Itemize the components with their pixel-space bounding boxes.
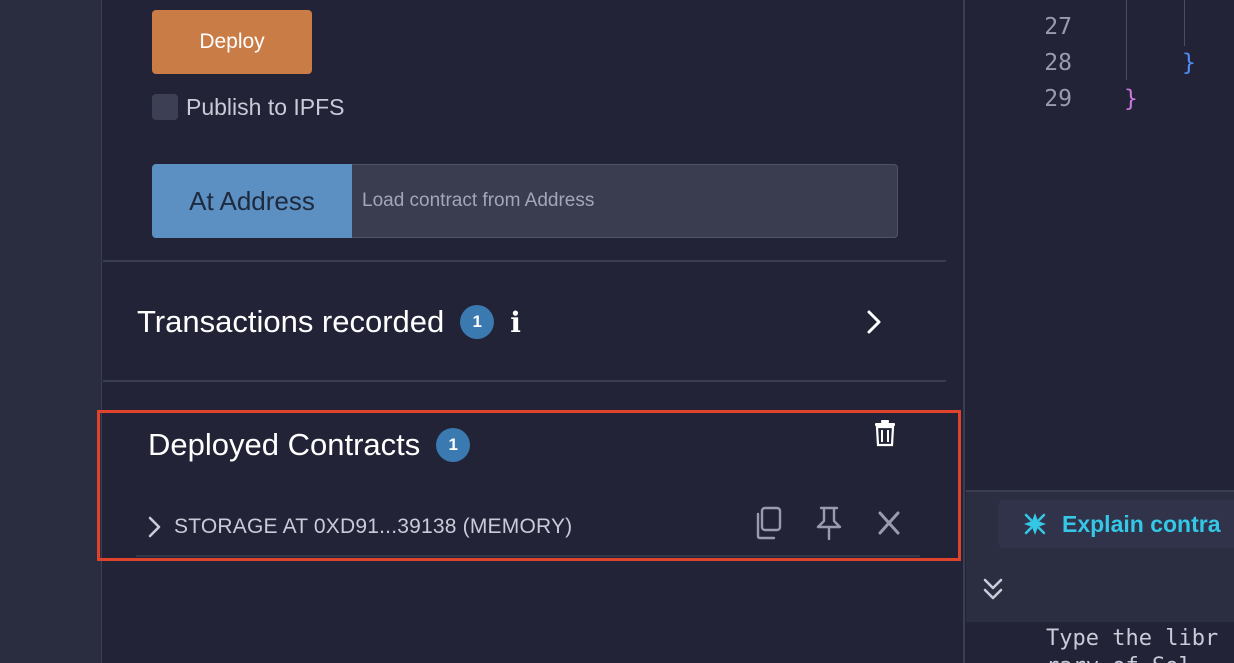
terminal-header (966, 556, 1234, 622)
pin-icon[interactable] (812, 505, 846, 541)
transactions-count-badge: 1 (460, 305, 495, 339)
at-address-row: At Address (152, 164, 898, 238)
deployed-count-badge: 1 (436, 428, 471, 462)
publish-ipfs-row[interactable]: Publish to IPFS (152, 92, 345, 122)
info-icon[interactable]: i (510, 306, 521, 339)
terminal-output: Type the libr rary of Sol (966, 622, 1234, 663)
explain-contract-label: Explain contra (1062, 510, 1221, 537)
indent-guide (1184, 0, 1185, 46)
code-closing-brace: } (1182, 50, 1196, 76)
deployed-contracts-section: Deployed Contracts 1 STORAGE AT 0XD91...… (97, 410, 961, 561)
remix-ide-screen: Deploy Publish to IPFS At Address Transa… (0, 0, 1234, 663)
icon-rail (0, 0, 102, 663)
transactions-recorded-title: Transactions recorded (137, 304, 445, 339)
transactions-recorded-header[interactable]: Transactions recorded 1 i (137, 296, 897, 348)
publish-ipfs-checkbox[interactable] (152, 94, 178, 120)
section-divider (103, 260, 946, 262)
terminal-line: rary of Sol (1046, 654, 1192, 663)
deployed-instance-row[interactable]: STORAGE AT 0XD91...39138 (MEMORY) (136, 499, 920, 557)
deploy-button[interactable]: Deploy (152, 10, 312, 74)
trash-icon[interactable] (873, 419, 897, 447)
ai-sparkle-icon (1024, 513, 1046, 535)
line-number: 29 (1044, 86, 1072, 112)
deploy-run-panel: Deploy Publish to IPFS At Address Transa… (103, 0, 965, 663)
editor-bottom-bar: Explain contra (966, 490, 1234, 556)
code-closing-brace: } (1124, 86, 1138, 112)
deployed-contracts-header: Deployed Contracts 1 (148, 427, 471, 463)
publish-ipfs-label: Publish to IPFS (186, 93, 345, 120)
section-divider (103, 380, 946, 382)
deployed-contracts-title: Deployed Contracts (148, 427, 421, 462)
close-icon[interactable] (872, 505, 906, 541)
at-address-button[interactable]: At Address (152, 164, 352, 238)
chevron-right-icon[interactable] (863, 308, 885, 336)
code-editor[interactable]: 27 28 29 } } (966, 0, 1234, 490)
deployed-instance-label: STORAGE AT 0XD91...39138 (MEMORY) (174, 515, 573, 538)
chevron-right-icon[interactable] (146, 515, 164, 539)
explain-contract-button[interactable]: Explain contra (998, 500, 1234, 548)
indent-guide (1126, 0, 1127, 80)
contract-address-input[interactable] (352, 164, 898, 238)
copy-icon[interactable] (752, 505, 786, 541)
double-chevron-down-icon[interactable] (982, 576, 1004, 602)
line-number: 27 (1044, 14, 1072, 40)
line-number: 28 (1044, 50, 1072, 76)
terminal-line: Type the libr (1046, 626, 1219, 651)
